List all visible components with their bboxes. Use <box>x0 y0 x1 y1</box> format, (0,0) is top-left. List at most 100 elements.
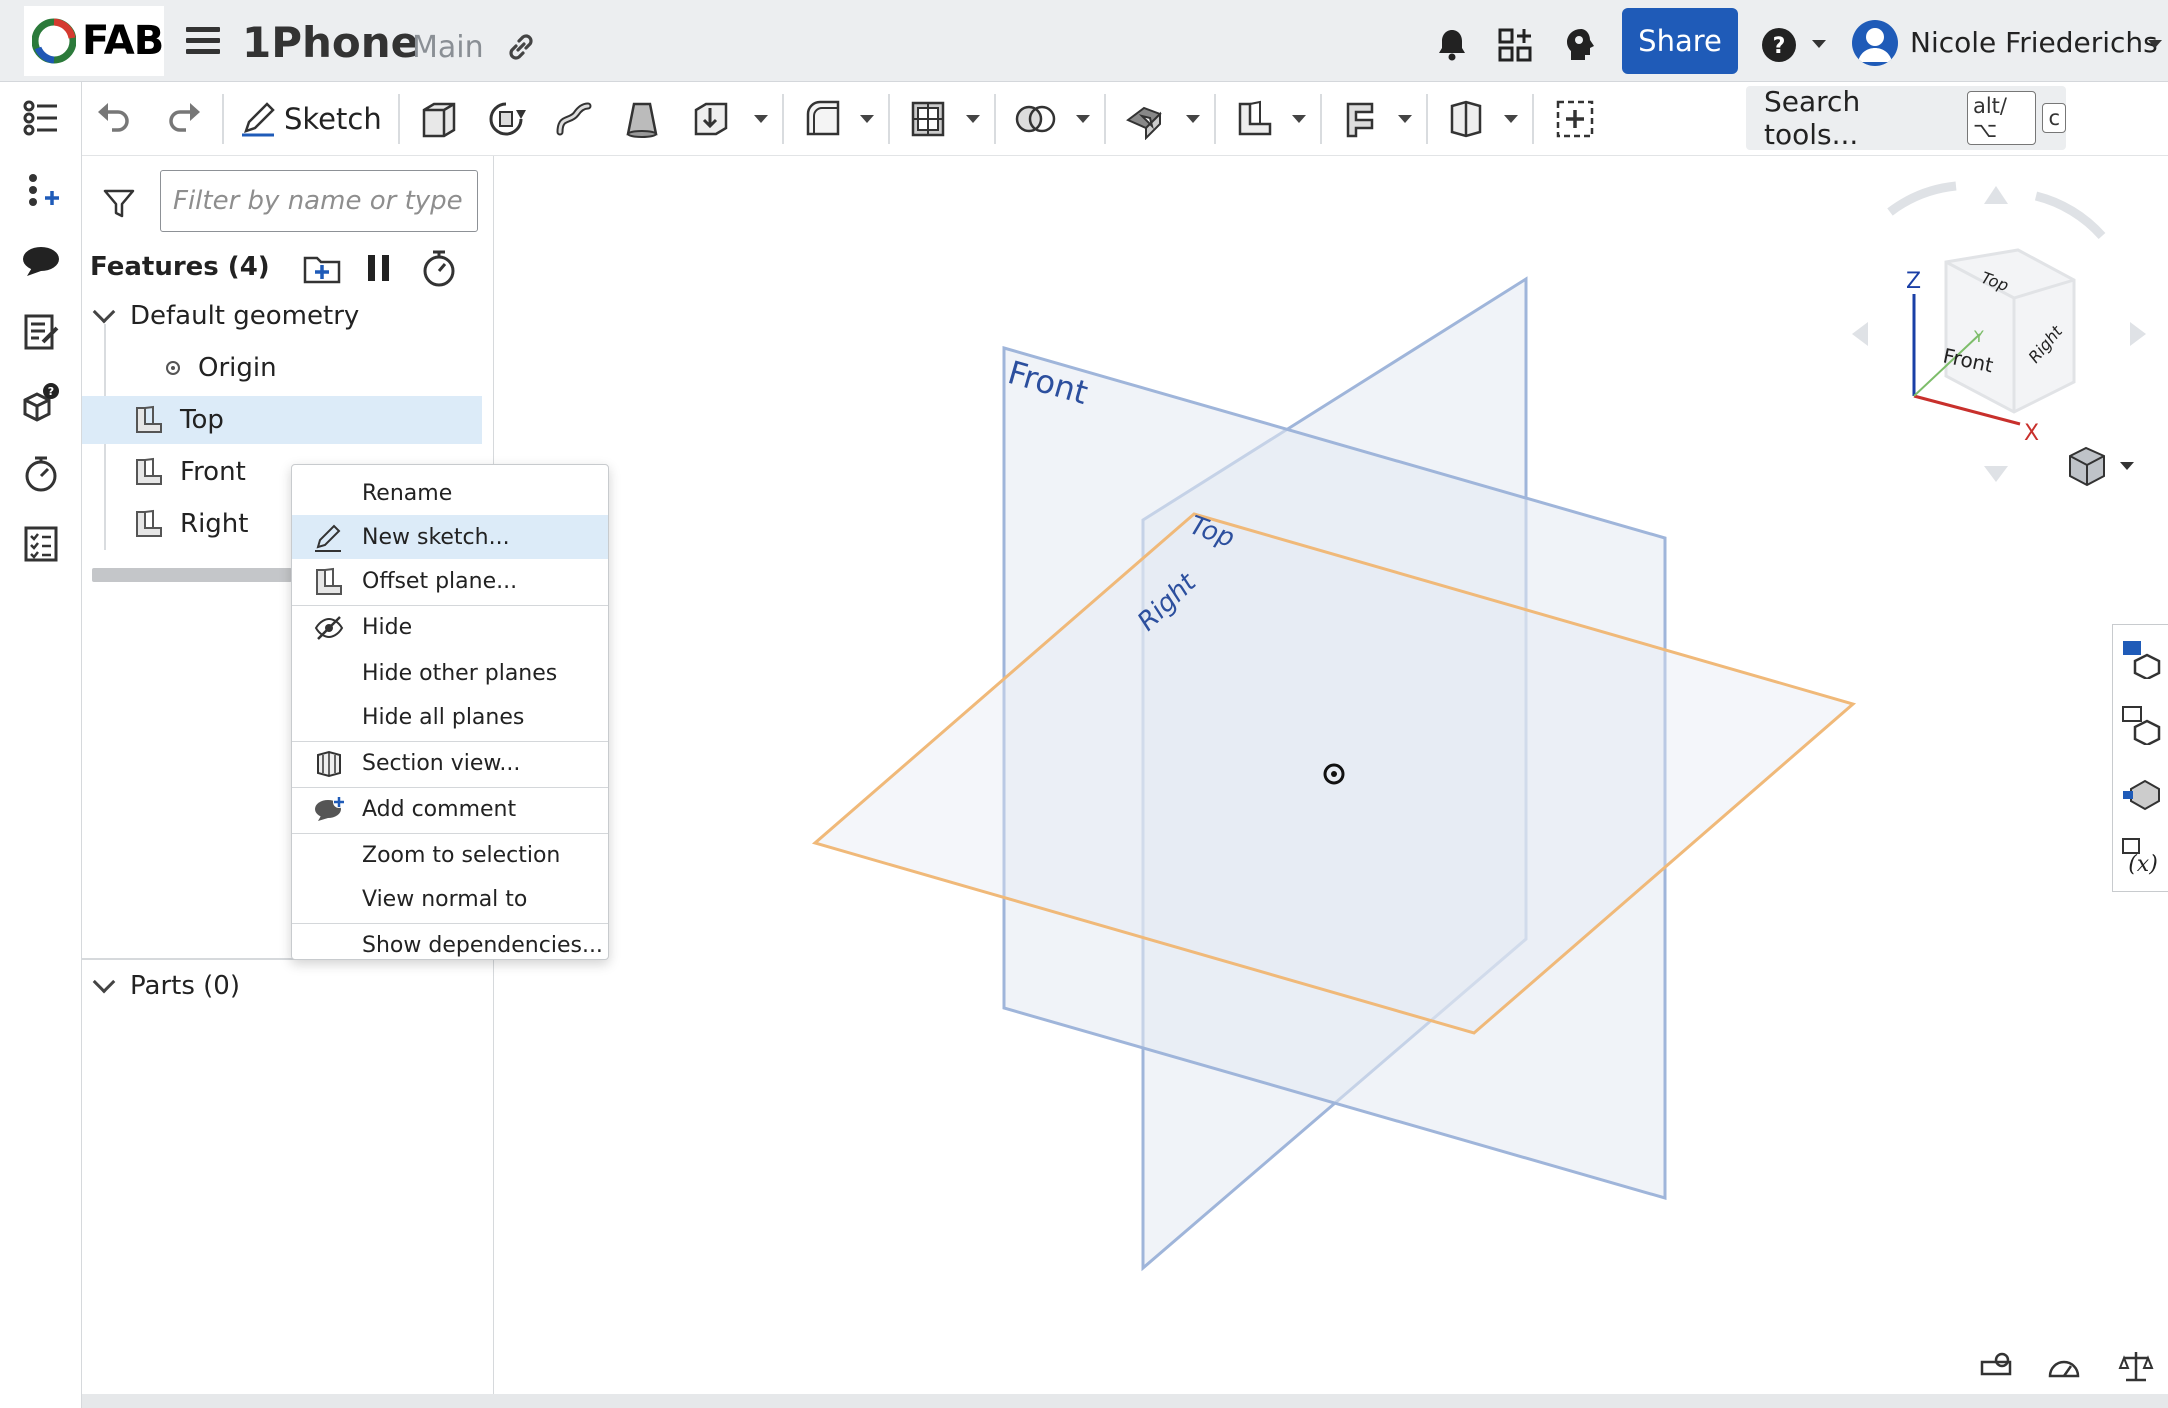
measure-tool-icon[interactable] <box>1978 1348 2014 1384</box>
view-orientation-icon[interactable] <box>2069 446 2134 487</box>
link-icon[interactable] <box>504 30 538 64</box>
menu-item-section-view[interactable]: Section view... <box>292 741 608 785</box>
variables-panel-icon[interactable]: (x) <box>2121 837 2161 877</box>
axis-z-label: Z <box>1906 269 1921 294</box>
menu-item-label: Zoom to selection <box>362 842 561 868</box>
menu-item-hide-all-planes[interactable]: Hide all planes <box>292 695 608 739</box>
menu-item-offset-plane[interactable]: Offset plane... <box>292 559 608 603</box>
parts-help-icon[interactable]: ? <box>21 382 61 422</box>
sketch-label: Sketch <box>284 102 382 136</box>
appearance-panel-icon[interactable] <box>2121 639 2161 679</box>
menu-item-add-comment[interactable]: Add comment <box>292 787 608 831</box>
add-custom-feature-icon[interactable] <box>1554 98 1596 140</box>
share-button[interactable]: Share <box>1622 8 1738 74</box>
mass-properties-panel-icon[interactable] <box>2121 771 2161 811</box>
undo-icon[interactable] <box>94 98 134 140</box>
user-menu-caret-icon[interactable] <box>2148 40 2162 48</box>
menu-item-new-sketch[interactable]: New sketch... <box>292 515 608 559</box>
menu-item-zoom-to-selection[interactable]: Zoom to selection <box>292 833 608 877</box>
help-caret-icon[interactable] <box>1812 40 1826 48</box>
user-avatar-icon <box>1858 28 1892 62</box>
feature-tree-scrollbar[interactable] <box>92 568 292 582</box>
menu-item-hide-other-planes[interactable]: Hide other planes <box>292 651 608 695</box>
left-icon-rail: ? <box>0 82 82 1408</box>
shell-caret-icon[interactable] <box>966 115 980 123</box>
chevron-down-icon[interactable] <box>92 970 116 994</box>
sheet-metal-caret-icon[interactable] <box>1398 115 1412 123</box>
tree-item-top[interactable]: Top <box>82 396 482 444</box>
tree-item-right[interactable]: Right <box>82 500 248 548</box>
menu-item-label: New sketch... <box>362 524 510 550</box>
shell-icon[interactable] <box>908 98 948 140</box>
transform-icon[interactable] <box>1124 98 1168 140</box>
menu-item-label: Show dependencies... <box>362 932 603 958</box>
plane-caret-icon[interactable] <box>1292 115 1306 123</box>
tree-item-origin[interactable]: Origin <box>82 344 277 392</box>
extrude-icon[interactable] <box>418 98 458 140</box>
thicken-caret-icon[interactable] <box>754 115 768 123</box>
section-part-caret-icon[interactable] <box>1504 115 1518 123</box>
fillet-icon[interactable] <box>802 98 842 140</box>
filter-input[interactable] <box>160 170 478 232</box>
plane-icon <box>136 457 162 485</box>
main-menu-icon[interactable] <box>186 27 220 57</box>
menu-item-rename[interactable]: Rename <box>292 471 608 515</box>
plane-tool-icon[interactable] <box>1234 98 1274 140</box>
plane-graphics: Front Top Right Z X Y Top Front Right <box>811 181 2146 1272</box>
menu-item-view-normal-to[interactable]: View normal to <box>292 877 608 921</box>
view-cube[interactable]: Z X Y Top Front Right <box>1852 181 2146 482</box>
boolean-icon[interactable] <box>1014 98 1058 140</box>
menu-item-show-dependencies[interactable]: Show dependencies... <box>292 923 608 967</box>
feature-list-icon[interactable] <box>21 98 61 138</box>
redo-icon[interactable] <box>164 98 204 140</box>
configurations-panel-icon[interactable] <box>2121 705 2161 745</box>
sketch-button[interactable]: Sketch <box>240 96 382 142</box>
menu-item-hide[interactable]: Hide <box>292 605 608 649</box>
chevron-down-icon[interactable] <box>92 300 116 324</box>
add-folder-icon[interactable] <box>302 250 342 286</box>
regeneration-timer-icon[interactable] <box>420 248 458 288</box>
tab-bar[interactable] <box>82 1394 2168 1408</box>
bill-of-materials-icon[interactable] <box>21 524 61 564</box>
axis-y-label: Y <box>1973 327 1984 346</box>
thicken-icon[interactable] <box>690 98 730 140</box>
section-part-icon[interactable] <box>1446 98 1486 140</box>
app-store-icon[interactable] <box>1496 26 1534 64</box>
learning-center-icon[interactable] <box>1562 26 1600 64</box>
transform-caret-icon[interactable] <box>1186 115 1200 123</box>
svg-text:?: ? <box>48 385 54 398</box>
protractor-icon[interactable] <box>2046 1348 2082 1384</box>
rollback-pause-icon[interactable] <box>364 252 394 284</box>
tree-item-front[interactable]: Front <box>82 448 246 496</box>
search-tools-label: Search tools... <box>1764 85 1861 151</box>
axis-x-label: X <box>2024 421 2039 446</box>
user-avatar[interactable] <box>1852 20 1898 66</box>
sweep-icon[interactable] <box>554 98 594 140</box>
user-name[interactable]: Nicole Friederichs <box>1910 26 2158 59</box>
shortcut-key: c <box>2042 103 2066 133</box>
sketch-pencil-icon <box>242 102 275 137</box>
revolve-icon[interactable] <box>486 98 526 140</box>
3d-viewport[interactable]: Front Top Right Z X Y Top Front Right <box>494 156 2168 1394</box>
plane-icon <box>136 405 162 433</box>
help-icon[interactable]: ? <box>1760 26 1798 64</box>
insert-feature-icon[interactable] <box>21 170 61 210</box>
mass-balance-icon[interactable] <box>2118 1348 2154 1384</box>
menu-item-label: Section view... <box>362 750 521 776</box>
comments-icon[interactable] <box>21 242 61 282</box>
branch-name[interactable]: Main <box>412 30 484 65</box>
default-geometry-group[interactable]: Default geometry <box>90 292 359 340</box>
notes-icon[interactable] <box>21 312 61 352</box>
fab-logo[interactable]: FAB <box>24 6 164 76</box>
sheet-metal-icon[interactable] <box>1340 98 1380 140</box>
loft-icon[interactable] <box>622 98 662 140</box>
notifications-bell-icon[interactable] <box>1434 26 1470 62</box>
boolean-caret-icon[interactable] <box>1076 115 1090 123</box>
filter-icon[interactable] <box>102 186 136 220</box>
history-timer-icon[interactable] <box>21 454 61 494</box>
search-tools-button[interactable]: Search tools... alt/⌥ c <box>1746 85 2066 151</box>
fillet-caret-icon[interactable] <box>860 115 874 123</box>
document-title[interactable]: 1Phone <box>242 18 419 67</box>
menu-item-label: Hide other planes <box>362 660 558 686</box>
parts-group[interactable]: Parts (0) <box>90 962 240 1010</box>
